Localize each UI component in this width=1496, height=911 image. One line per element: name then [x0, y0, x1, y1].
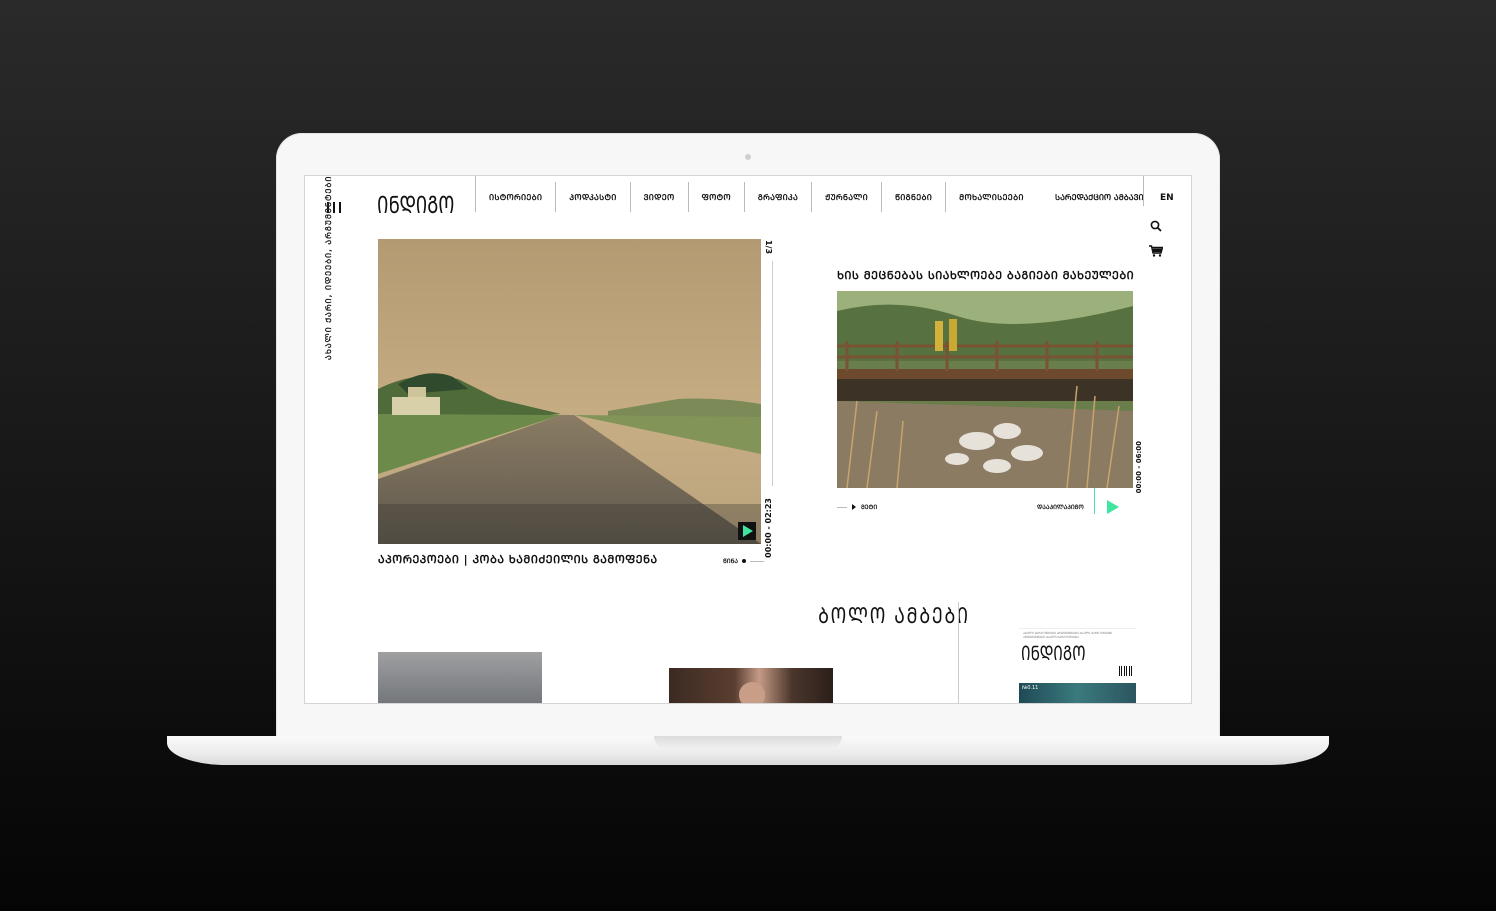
column-divider [958, 602, 959, 703]
portrait-face [739, 682, 765, 703]
hero-prev-label: ᲬᲘᲜᲐ [723, 558, 738, 565]
latest-news-heading: ᲑᲝᲚᲝ ᲐᲛᲑᲔᲑᲘ [818, 604, 970, 629]
hero-slide-counter: 1/3 [764, 240, 773, 255]
browser-screen: ᲐᲮᲐᲚᲘ ᲥᲐᲠᲘ, ᲘᲓᲔᲔᲑᲘ, ᲐᲠᲒᲣᲛᲔᲜᲢᲔᲑᲘ ᲘᲜᲓᲘᲒᲝ Ი… [304, 175, 1192, 704]
laptop-camera [745, 154, 751, 160]
feature-video-time: 00:00 - 06:00 [1135, 441, 1143, 494]
nav-item-journal[interactable]: ᲟᲣᲠᲜᲐᲚᲘ [811, 182, 881, 212]
site-tagline: ᲐᲮᲐᲚᲘ ᲥᲐᲠᲘ, ᲘᲓᲔᲔᲑᲘ, ᲐᲠᲒᲣᲛᲔᲜᲢᲔᲑᲘ [324, 175, 333, 360]
hero-prev-control[interactable]: ᲬᲘᲜᲐ [723, 557, 764, 565]
magazine-issue: №0.11 [1022, 685, 1039, 691]
nav-item-books[interactable]: ᲬᲘᲒᲜᲔᲑᲘ [880, 182, 945, 212]
nav-item-graphics[interactable]: ᲒᲠᲐᲤᲘᲙᲐ [743, 182, 811, 212]
feature-divider [1094, 488, 1095, 514]
feature-more-link[interactable]: ᲛᲔᲢᲘ [837, 503, 877, 511]
magazine-blurb: ᲐᲮᲐᲚᲘ ᲥᲐᲠᲘ ᲘᲓᲔᲔᲑᲘ ᲐᲠᲒᲣᲛᲔᲜᲢᲔᲑᲘ ᲐᲮᲐᲚᲘ ᲥᲐᲠᲘ… [1023, 631, 1113, 639]
feature-play-icon[interactable] [1107, 500, 1119, 514]
barcode-icon [1119, 666, 1133, 676]
hero-video-time: 00:00 - 02:23 [764, 498, 773, 558]
laptop-notch [654, 736, 842, 748]
arrow-right-icon [852, 504, 856, 510]
feature-title[interactable]: ᲮᲘᲡ ᲛᲔᲪᲜᲔᲑᲐᲡ ᲡᲘᲐᲮᲚᲝᲔᲑᲔ ᲑᲐᲒᲘᲔᲑᲘ ᲛᲐᲮᲔᲣᲚᲔᲑᲘ [837, 268, 1134, 283]
nav-item-stories[interactable]: ᲘᲡᲢᲝᲠᲘᲔᲑᲘ [475, 176, 555, 212]
hero-progress-line [772, 261, 773, 486]
line-icon [837, 506, 847, 508]
nav-item-video[interactable]: ᲕᲘᲓᲔᲝ [629, 182, 688, 212]
language-switch[interactable]: EN [1160, 193, 1174, 203]
news-thumbnail[interactable] [378, 652, 542, 703]
nav-item-podcast[interactable]: ᲞᲝᲓᲙᲐᲡᲢᲘ [555, 182, 629, 212]
feature-more-label: ᲛᲔᲢᲘ [861, 504, 878, 511]
news-thumbnail[interactable] [669, 668, 833, 703]
line-icon [750, 560, 764, 562]
hero-caption[interactable]: ᲐᲞᲝᲠᲔᲞᲝᲔᲑᲘ | ᲙᲝᲑᲐ ᲮᲐᲛᲘᲫᲔᲘᲚᲘᲡ ᲒᲐᲛᲝᲤᲔᲜᲐ [378, 552, 658, 567]
hero-play-icon[interactable] [738, 522, 756, 540]
feature-subscribe-link[interactable]: ᲓᲐᲐᲞᲘᲚᲐᲞᲘᲒᲝ [1037, 503, 1084, 511]
dot-icon [742, 559, 746, 563]
lang-divider [1143, 176, 1144, 206]
search-icon[interactable] [1150, 220, 1162, 232]
site-logo[interactable]: ᲘᲜᲓᲘᲒᲝ [377, 188, 454, 221]
nav-item-editorial[interactable]: ᲡᲐᲠᲔᲓᲐᲥᲪᲘᲝ ᲐᲛᲑᲐᲕᲘ [1055, 192, 1144, 203]
nav-item-photo[interactable]: ᲤᲝᲢᲝ [687, 182, 744, 212]
nav-item-events[interactable]: ᲛᲝᲮᲐᲚᲘᲡᲔᲔᲑᲘ [945, 182, 1037, 212]
magazine-logo: ᲘᲜᲓᲘᲒᲝ [1021, 641, 1086, 665]
main-nav: ᲘᲡᲢᲝᲠᲘᲔᲑᲘ ᲞᲝᲓᲙᲐᲡᲢᲘ ᲕᲘᲓᲔᲝ ᲤᲝᲢᲝ ᲒᲠᲐᲤᲘᲙᲐ ᲟᲣ… [475, 176, 1037, 216]
hero-image[interactable] [378, 239, 761, 544]
magazine-cover[interactable]: ᲐᲮᲐᲚᲘ ᲥᲐᲠᲘ ᲘᲓᲔᲔᲑᲘ ᲐᲠᲒᲣᲛᲔᲜᲢᲔᲑᲘ ᲐᲮᲐᲚᲘ ᲥᲐᲠᲘ… [1019, 628, 1136, 703]
feature-image[interactable] [837, 291, 1133, 488]
cart-icon[interactable] [1149, 245, 1163, 257]
